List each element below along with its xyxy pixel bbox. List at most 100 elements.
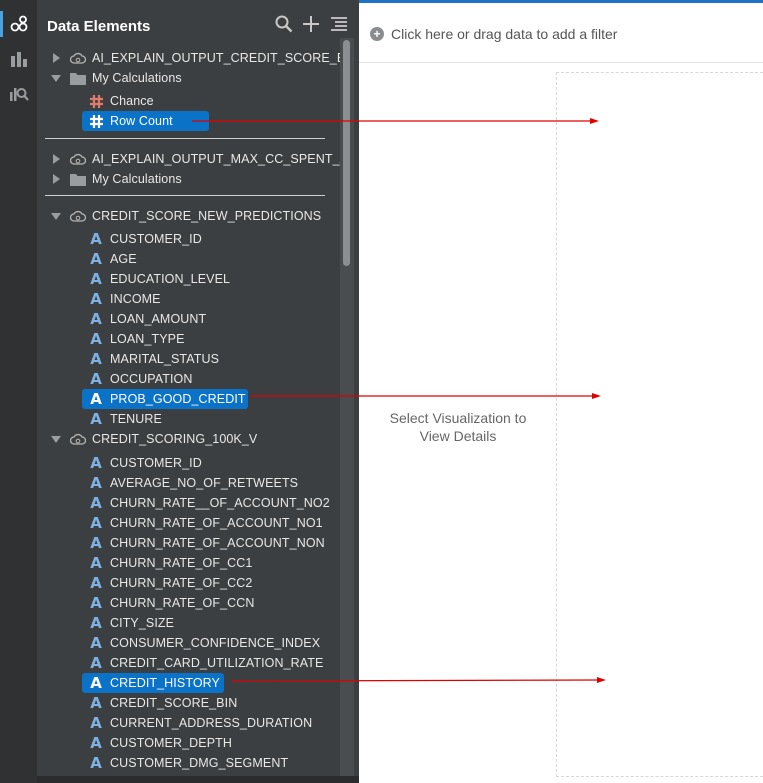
attribute-label: LOAN_AMOUNT xyxy=(110,312,207,326)
data-elements-panel: Data Elements AI_EXPLAIN_OUTPUT_CREDIT_S… xyxy=(37,0,359,783)
measure-hash-icon xyxy=(88,93,104,109)
attribute-icon: A xyxy=(90,534,102,552)
attribute-icon: A xyxy=(90,714,102,732)
measure-row-selected[interactable]: Row Count xyxy=(37,111,340,131)
folder-icon xyxy=(70,70,86,86)
attribute-row[interactable]: A CHURN_RATE_OF_ACCOUNT_NO1 xyxy=(37,513,340,533)
collapse-arrow-icon[interactable] xyxy=(51,75,61,82)
folder-row[interactable]: My Calculations xyxy=(37,68,340,88)
attribute-label: EDUCATION_LEVEL xyxy=(110,272,231,286)
attribute-icon: A xyxy=(90,454,102,472)
attribute-row[interactable]: A CHURN_RATE_OF_CCN xyxy=(37,593,340,613)
attribute-icon: A xyxy=(90,574,102,592)
app-window: Data Elements AI_EXPLAIN_OUTPUT_CREDIT_S… xyxy=(0,0,763,783)
expand-arrow-icon[interactable] xyxy=(53,154,60,164)
attribute-label: LOAN_TYPE xyxy=(110,332,185,346)
data-elements-icon[interactable] xyxy=(0,7,37,41)
attribute-label: TENURE xyxy=(110,412,162,426)
filter-prompt[interactable]: Click here or drag data to add a filter xyxy=(391,26,617,42)
attribute-label: CHURN_RATE_OF_CC2 xyxy=(110,576,253,590)
attribute-icon: A xyxy=(90,230,102,248)
left-icon-rail xyxy=(0,0,37,783)
attribute-label: CUSTOMER_DMG_SEGMENT xyxy=(110,756,289,770)
attribute-row[interactable]: A LOAN_AMOUNT xyxy=(37,309,340,329)
attribute-row[interactable]: A CUSTOMER_ID xyxy=(37,229,340,249)
attribute-row[interactable]: A EDUCATION_LEVEL xyxy=(37,269,340,289)
group-divider xyxy=(45,195,325,196)
attribute-row[interactable]: A CUSTOMER_DEPTH xyxy=(37,733,340,753)
attribute-row[interactable]: A CONSUMER_CONFIDENCE_INDEX xyxy=(37,633,340,653)
attribute-icon: A xyxy=(90,554,102,572)
attribute-row-selected[interactable]: A CREDIT_HISTORY xyxy=(37,673,340,693)
attribute-icon: A xyxy=(90,674,102,692)
attribute-row[interactable]: A MARITAL_STATUS xyxy=(37,349,340,369)
attribute-label: CHURN_RATE__OF_ACCOUNT_NO2 xyxy=(110,496,330,510)
attribute-row[interactable]: A AGE xyxy=(37,249,340,269)
placeholder-line-2: View Details xyxy=(419,428,497,444)
cloud-dataset-icon xyxy=(70,431,86,447)
cloud-dataset-icon xyxy=(70,208,86,224)
attribute-row[interactable]: A OCCUPATION xyxy=(37,369,340,389)
expand-arrow-icon[interactable] xyxy=(53,53,60,63)
add-filter-icon[interactable]: + xyxy=(370,27,384,41)
attribute-icon: A xyxy=(90,310,102,328)
attribute-row[interactable]: A CHURN_RATE__OF_ACCOUNT_NO2 xyxy=(37,493,340,513)
attribute-label: CUSTOMER_DEPTH xyxy=(110,736,233,750)
attribute-icon: A xyxy=(90,614,102,632)
attribute-label: CREDIT_SCORE_BIN xyxy=(110,696,238,710)
attribute-row-selected[interactable]: A PROB_GOOD_CREDIT xyxy=(37,389,340,409)
collapse-arrow-icon[interactable] xyxy=(51,436,61,443)
analytics-icon[interactable] xyxy=(0,76,37,110)
attribute-row[interactable]: A CREDIT_CARD_UTILIZATION_RATE xyxy=(37,653,340,673)
scrollbar-thumb[interactable] xyxy=(343,40,350,266)
add-icon[interactable] xyxy=(301,14,321,34)
attribute-row[interactable]: A CUSTOMER_DMG_SEGMENT xyxy=(37,753,340,773)
measure-row[interactable]: Chance xyxy=(37,91,340,111)
dataset-row[interactable]: AI_EXPLAIN_OUTPUT_MAX_CC_SPENT_AM xyxy=(37,149,340,169)
canvas-drop-zone[interactable] xyxy=(556,72,763,777)
panel-footer xyxy=(37,776,359,783)
measure-label: Row Count xyxy=(110,114,173,128)
menu-icon[interactable] xyxy=(329,14,349,34)
attribute-label: MARITAL_STATUS xyxy=(110,352,220,366)
search-icon[interactable] xyxy=(274,14,294,34)
expand-arrow-icon[interactable] xyxy=(53,174,60,184)
attribute-label: CONSUMER_CONFIDENCE_INDEX xyxy=(110,636,321,650)
visualizations-icon[interactable] xyxy=(0,42,37,76)
attribute-row[interactable]: A CREDIT_SCORE_BIN xyxy=(37,693,340,713)
attribute-icon: A xyxy=(90,390,102,408)
attribute-icon: A xyxy=(90,350,102,368)
attribute-row[interactable]: A LOAN_TYPE xyxy=(37,329,340,349)
attribute-label: OCCUPATION xyxy=(110,372,193,386)
dataset-row[interactable]: AI_EXPLAIN_OUTPUT_CREDIT_SCORE_BIN xyxy=(37,48,340,68)
attribute-row[interactable]: A CHURN_RATE_OF_ACCOUNT_NON xyxy=(37,533,340,553)
dataset-label: CREDIT_SCORE_NEW_PREDICTIONS xyxy=(92,209,322,223)
folder-label: My Calculations xyxy=(92,71,182,85)
attribute-label: CURRENT_ADDRESS_DURATION xyxy=(110,716,313,730)
attribute-row[interactable]: A AVERAGE_NO_OF_RETWEETS xyxy=(37,473,340,493)
attribute-row[interactable]: A TENURE xyxy=(37,409,340,429)
attribute-row[interactable]: A CHURN_RATE_OF_CC1 xyxy=(37,553,340,573)
collapse-arrow-icon[interactable] xyxy=(51,213,61,220)
attribute-row[interactable]: A CURRENT_ADDRESS_DURATION xyxy=(37,713,340,733)
attribute-icon: A xyxy=(90,734,102,752)
attribute-label: CUSTOMER_ID xyxy=(110,456,202,470)
attribute-row[interactable]: A CUSTOMER_ID xyxy=(37,453,340,473)
dataset-row[interactable]: CREDIT_SCORE_NEW_PREDICTIONS xyxy=(37,206,340,226)
attribute-icon: A xyxy=(90,330,102,348)
attribute-icon: A xyxy=(90,250,102,268)
filter-bar[interactable]: + Click here or drag data to add a filte… xyxy=(359,0,763,63)
attribute-row[interactable]: A CHURN_RATE_OF_CC2 xyxy=(37,573,340,593)
dataset-row[interactable]: CREDIT_SCORING_100K_V xyxy=(37,429,340,449)
panel-header: Data Elements xyxy=(37,0,359,48)
attribute-row[interactable]: A INCOME xyxy=(37,289,340,309)
attribute-icon: A xyxy=(90,474,102,492)
attribute-row[interactable]: A CITY_SIZE xyxy=(37,613,340,633)
attribute-icon: A xyxy=(90,634,102,652)
attribute-icon: A xyxy=(90,594,102,612)
attribute-label: CREDIT_CARD_UTILIZATION_RATE xyxy=(110,656,324,670)
attribute-icon: A xyxy=(90,410,102,428)
folder-row[interactable]: My Calculations xyxy=(37,169,340,189)
attribute-label: AVERAGE_NO_OF_RETWEETS xyxy=(110,476,299,490)
dataset-label: AI_EXPLAIN_OUTPUT_MAX_CC_SPENT_AM xyxy=(92,152,340,166)
